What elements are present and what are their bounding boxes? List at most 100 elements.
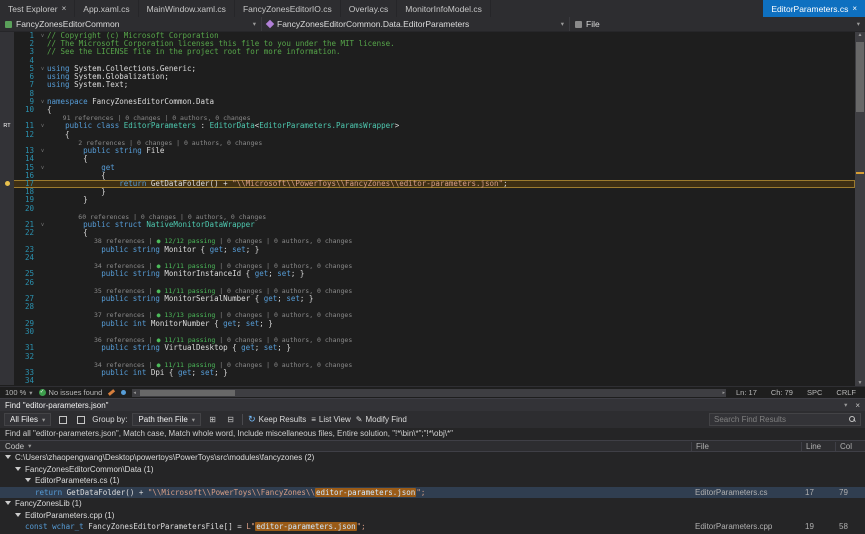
code-line[interactable]: 16 { <box>0 172 855 180</box>
expander-icon[interactable] <box>25 478 31 482</box>
code-line[interactable]: 32 <box>0 353 855 361</box>
document-tab[interactable]: Test Explorer× <box>0 0 75 17</box>
code-line[interactable]: 19 } <box>0 196 855 204</box>
code-editor[interactable]: 1∨// Copyright (c) Microsoft Corporation… <box>0 32 865 386</box>
column-code[interactable]: Code <box>5 442 24 451</box>
codelens-row[interactable]: 38 references | ● 12/12 passing | 0 chan… <box>0 237 855 245</box>
code-line[interactable]: 17 return GetDataFolder() + "\\Microsoft… <box>0 180 855 188</box>
code-line[interactable]: 21∨ public struct NativeMonitorDataWrapp… <box>0 221 855 229</box>
codelens-row[interactable]: 60 references | 0 changes | 0 authors, 0… <box>0 213 855 221</box>
code-line[interactable]: RT11∨ public class EditorParameters : Ed… <box>0 122 855 130</box>
expander-icon[interactable] <box>15 467 21 471</box>
type-dropdown[interactable]: FancyZonesEditorCommon.Data.EditorParame… <box>262 17 570 31</box>
fold-chevron-icon[interactable]: ∨ <box>38 221 47 229</box>
find-group-row[interactable]: EditorParameters.cs (1) <box>0 475 865 487</box>
code-line[interactable]: 7using System.Text; <box>0 81 855 89</box>
code-line[interactable]: 26 <box>0 279 855 287</box>
scroll-up-icon[interactable]: ▲ <box>855 32 865 38</box>
expand-all-icon[interactable]: ⊞ <box>206 413 219 426</box>
code-line[interactable]: 25 public string MonitorInstanceId { get… <box>0 270 855 278</box>
document-tab[interactable]: FancyZonesEditorIO.cs <box>235 0 341 17</box>
code-line[interactable]: 3// See the LICENSE file in the project … <box>0 48 855 56</box>
code-line[interactable]: 13∨ public string File <box>0 147 855 155</box>
document-tab[interactable]: MonitorInfoModel.cs <box>397 0 491 17</box>
search-input[interactable] <box>710 415 849 424</box>
column-file[interactable]: File <box>691 442 801 451</box>
fold-chevron-icon[interactable]: ∨ <box>38 32 47 40</box>
expander-icon[interactable] <box>15 513 21 517</box>
code-line[interactable]: 31 public string VirtualDesktop { get; s… <box>0 344 855 352</box>
document-health-indicator[interactable]: ✓ No issues found <box>39 388 103 397</box>
member-dropdown[interactable]: File ▾ <box>570 17 865 31</box>
horizontal-scrollbar[interactable]: ◂ ▸ <box>132 389 726 397</box>
close-icon[interactable]: × <box>852 4 857 13</box>
code-line[interactable]: 24 <box>0 254 855 262</box>
details-icon[interactable] <box>121 390 126 395</box>
find-group-row[interactable]: EditorParameters.cpp (1) <box>0 510 865 522</box>
find-group-row[interactable]: FancyZonesLib (1) <box>0 498 865 510</box>
scroll-down-icon[interactable]: ▼ <box>855 380 865 386</box>
code-line[interactable]: 6using System.Globalization; <box>0 73 855 81</box>
code-line[interactable]: 20 <box>0 205 855 213</box>
code-line[interactable]: 14 { <box>0 155 855 163</box>
open-file-icon[interactable] <box>56 413 69 426</box>
close-icon[interactable]: × <box>62 4 67 13</box>
zoom-control[interactable]: 100 % ▾ <box>5 388 33 397</box>
code-line[interactable]: 23 public string Monitor { get; set; } <box>0 246 855 254</box>
scope-dropdown[interactable]: All Files ▾ <box>4 413 51 426</box>
window-menu-icon[interactable]: ▾ <box>844 401 847 409</box>
codelens-row[interactable]: 36 references | ● 11/11 passing | 0 chan… <box>0 336 855 344</box>
find-results-titlebar[interactable]: Find "editor-parameters.json" ▾ × <box>0 399 865 411</box>
document-tab[interactable]: App.xaml.cs <box>75 0 138 17</box>
code-line[interactable]: 1∨// Copyright (c) Microsoft Corporation <box>0 32 855 40</box>
collapse-all-icon[interactable]: ⊟ <box>224 413 237 426</box>
document-tab[interactable]: MainWindow.xaml.cs <box>139 0 235 17</box>
fold-chevron-icon[interactable]: ∨ <box>38 98 47 106</box>
find-result-row[interactable]: const wchar_t FancyZonesEditorParameters… <box>0 521 865 533</box>
expander-icon[interactable] <box>5 501 11 505</box>
document-tab[interactable]: Overlay.cs <box>341 0 398 17</box>
scroll-left-icon[interactable]: ◂ <box>133 389 136 397</box>
code-line[interactable]: 15∨ get <box>0 164 855 172</box>
code-line[interactable]: 33 public int Dpi { get; set; } <box>0 369 855 377</box>
find-results-searchbox[interactable] <box>709 413 861 426</box>
find-result-row[interactable]: return GetDataFolder() + "\\Microsoft\\P… <box>0 487 865 499</box>
code-line[interactable]: 4 <box>0 57 855 65</box>
fold-chevron-icon[interactable]: ∨ <box>38 65 47 73</box>
project-dropdown[interactable]: FancyZonesEditorCommon ▾ <box>0 17 262 31</box>
codelens-row[interactable]: 35 references | ● 11/11 passing | 0 chan… <box>0 287 855 295</box>
fold-chevron-icon[interactable]: ∨ <box>38 122 47 130</box>
lightbulb-icon[interactable] <box>5 181 10 186</box>
scrollbar-thumb[interactable] <box>140 390 235 396</box>
find-group-row[interactable]: FancyZonesEditorCommon\Data (1) <box>0 464 865 476</box>
fold-chevron-icon[interactable]: ∨ <box>38 164 47 172</box>
filter-icon[interactable] <box>74 413 87 426</box>
close-icon[interactable]: × <box>855 401 860 410</box>
code-line[interactable]: 34 <box>0 377 855 385</box>
code-cleanup-icon[interactable] <box>108 389 115 396</box>
code-line[interactable]: 12 { <box>0 131 855 139</box>
column-col[interactable]: Col <box>835 442 865 451</box>
column-line[interactable]: Line <box>801 442 835 451</box>
code-line[interactable]: 27 public string MonitorSerialNumber { g… <box>0 295 855 303</box>
code-line[interactable]: 29 public int MonitorNumber { get; set; … <box>0 320 855 328</box>
codelens-row[interactable]: 34 references | ● 11/11 passing | 0 chan… <box>0 361 855 369</box>
code-line[interactable]: 18 } <box>0 188 855 196</box>
list-view-toggle[interactable]: ≡ List View <box>311 415 351 424</box>
code-line[interactable]: 8 <box>0 90 855 98</box>
active-document-tab[interactable]: EditorParameters.cs × <box>763 0 865 17</box>
codelens-row[interactable]: 2 references | 0 changes | 0 authors, 0 … <box>0 139 855 147</box>
vertical-scrollbar[interactable]: ▲ ▼ <box>855 32 865 386</box>
expander-icon[interactable] <box>5 455 11 459</box>
code-line[interactable]: 30 <box>0 328 855 336</box>
code-line[interactable]: 22 { <box>0 229 855 237</box>
codelens-row[interactable]: 91 references | 0 changes | 0 authors, 0… <box>0 114 855 122</box>
code-line[interactable]: 10{ <box>0 106 855 114</box>
fold-chevron-icon[interactable]: ∨ <box>38 147 47 155</box>
code-line[interactable]: 2// The Microsoft Corporation licenses t… <box>0 40 855 48</box>
keep-results-toggle[interactable]: ↻ Keep Results <box>248 414 306 425</box>
codelens-row[interactable]: 34 references | ● 11/11 passing | 0 chan… <box>0 262 855 270</box>
code-line[interactable]: 9∨namespace FancyZonesEditorCommon.Data <box>0 98 855 106</box>
find-group-row[interactable]: C:\Users\zhaopengwang\Desktop\powertoys\… <box>0 452 865 464</box>
code-line[interactable]: 5∨using System.Collections.Generic; <box>0 65 855 73</box>
